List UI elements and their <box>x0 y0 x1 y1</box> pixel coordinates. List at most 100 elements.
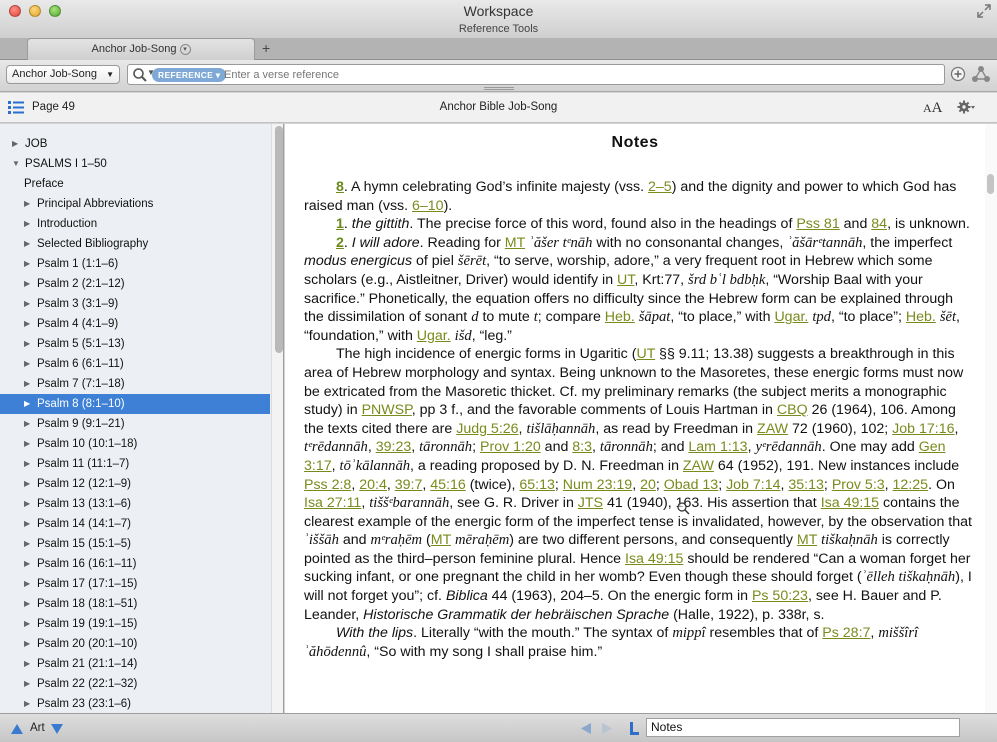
disclosure-closed-icon[interactable]: ▶ <box>24 194 30 214</box>
reference-link[interactable]: Heb. <box>906 309 936 325</box>
sidebar-item[interactable]: ▶ Psalm 6 (6:1–11) <box>0 354 270 374</box>
sidebar-item[interactable]: ▶ Psalm 18 (18:1–51) <box>0 594 270 614</box>
sidebar-item[interactable]: ▶ Psalm 12 (12:1–9) <box>0 474 270 494</box>
disclosure-closed-icon[interactable]: ▶ <box>24 634 30 654</box>
tab-menu-icon[interactable]: ▾ <box>179 43 191 55</box>
sidebar-item[interactable]: ▶ Psalm 19 (19:1–15) <box>0 614 270 634</box>
resource-select[interactable]: Anchor Job-Song ▼ <box>6 65 120 84</box>
disclosure-closed-icon[interactable]: ▶ <box>24 534 30 554</box>
reference-link[interactable]: 65:13 <box>519 477 555 493</box>
disclosure-closed-icon[interactable]: ▶ <box>24 294 30 314</box>
disclosure-closed-icon[interactable]: ▶ <box>24 334 30 354</box>
disclosure-closed-icon[interactable]: ▶ <box>12 134 18 154</box>
sidebar-item[interactable]: ▶ Psalm 16 (16:1–11) <box>0 554 270 574</box>
tab-anchor-job-song[interactable]: Anchor Job-Song ▾ <box>27 38 255 60</box>
sidebar-item[interactable]: ▶ Psalm 3 (3:1–9) <box>0 294 270 314</box>
forward-arrow-icon[interactable] <box>601 722 613 735</box>
sidebar-item[interactable]: ▶ Psalm 1 (1:1–6) <box>0 254 270 274</box>
disclosure-closed-icon[interactable]: ▶ <box>24 354 30 374</box>
disclosure-closed-icon[interactable]: ▶ <box>24 654 30 674</box>
reference-search-box[interactable]: ▼ REFERENCE ▾ <box>127 64 945 85</box>
sidebar-item[interactable]: ▶ Psalm 11 (11:1–7) <box>0 454 270 474</box>
reference-link[interactable]: Num 23:19 <box>563 477 632 493</box>
verse-number-link[interactable]: 1 <box>336 216 344 232</box>
sidebar-item[interactable]: ▶ Psalm 13 (13:1–6) <box>0 494 270 514</box>
disclosure-closed-icon[interactable]: ▶ <box>24 674 30 694</box>
reference-link[interactable]: UT <box>617 272 634 288</box>
reference-link[interactable]: MT <box>505 235 525 251</box>
disclosure-closed-icon[interactable]: ▶ <box>24 594 30 614</box>
disclosure-closed-icon[interactable]: ▶ <box>24 374 30 394</box>
reference-link[interactable]: 39:23 <box>376 439 412 455</box>
sidebar-item[interactable]: ▶ Psalm 17 (17:1–15) <box>0 574 270 594</box>
link-icon[interactable] <box>628 721 640 736</box>
location-field[interactable]: Notes <box>646 718 960 737</box>
reference-link[interactable]: Isa 27:11 <box>304 495 361 511</box>
sidebar-item[interactable]: ▶ Psalm 8 (8:1–10) <box>0 394 270 414</box>
reference-link[interactable]: 6–10 <box>412 198 444 214</box>
sidebar-item[interactable]: ▶ Psalm 5 (5:1–13) <box>0 334 270 354</box>
reference-link[interactable]: Ugar. <box>774 309 808 325</box>
reference-link[interactable]: Pss 2:8 <box>304 477 351 493</box>
reference-link[interactable]: 20:4 <box>359 477 387 493</box>
disclosure-closed-icon[interactable]: ▶ <box>24 434 30 454</box>
reference-link[interactable]: Heb. <box>605 309 635 325</box>
disclosure-closed-icon[interactable]: ▶ <box>24 274 30 294</box>
reference-link[interactable]: Ps 28:7 <box>822 625 870 641</box>
share-icon[interactable] <box>971 65 991 84</box>
search-icon[interactable] <box>132 67 148 83</box>
reference-link[interactable]: Job 17:16 <box>892 421 954 437</box>
fullscreen-icon[interactable] <box>977 4 991 18</box>
sidebar-item[interactable]: ▶ Psalm 7 (7:1–18) <box>0 374 270 394</box>
disclosure-closed-icon[interactable]: ▶ <box>24 214 30 234</box>
reference-link[interactable]: MT <box>797 532 817 548</box>
content-scrollbar[interactable] <box>985 124 997 713</box>
reference-link[interactable]: 84 <box>871 216 887 232</box>
reference-link[interactable]: Pss 81 <box>796 216 839 232</box>
back-arrow-icon[interactable] <box>580 722 592 735</box>
sidebar-item[interactable]: ▶ Psalm 23 (23:1–6) <box>0 694 270 713</box>
reference-link[interactable]: MT <box>431 532 451 548</box>
sidebar-scrollbar[interactable] <box>271 124 283 713</box>
sidebar-item[interactable]: ▶ Psalm 9 (9:1–21) <box>0 414 270 434</box>
reference-link[interactable]: Ps 50:23 <box>752 588 808 604</box>
triangle-down-icon[interactable] <box>50 723 64 735</box>
disclosure-closed-icon[interactable]: ▶ <box>24 494 30 514</box>
reference-link[interactable]: 12:25 <box>893 477 929 493</box>
reference-link[interactable]: CBQ <box>777 402 808 418</box>
sidebar-item[interactable]: ▶ Psalm 10 (10:1–18) <box>0 434 270 454</box>
disclosure-closed-icon[interactable]: ▶ <box>24 414 30 434</box>
sidebar-item[interactable]: Preface <box>0 174 270 194</box>
disclosure-closed-icon[interactable]: ▶ <box>24 254 30 274</box>
reference-link[interactable]: Job 7:14 <box>726 477 780 493</box>
disclosure-open-icon[interactable]: ▼ <box>12 154 20 174</box>
reference-link[interactable]: Obad 13 <box>664 477 718 493</box>
disclosure-closed-icon[interactable]: ▶ <box>24 574 30 594</box>
disclosure-closed-icon[interactable]: ▶ <box>24 454 30 474</box>
sidebar-item[interactable]: ▶ JOB <box>0 134 270 154</box>
reference-link[interactable]: JTS <box>578 495 603 511</box>
reference-link[interactable]: 35:13 <box>788 477 824 493</box>
reference-link[interactable]: 2–5 <box>648 179 672 195</box>
triangle-up-icon[interactable] <box>10 723 24 735</box>
reference-link[interactable]: Ugar. <box>417 328 451 344</box>
reference-link[interactable]: Isa 49:15 <box>625 551 683 567</box>
sidebar-item[interactable]: ▶ Psalm 21 (21:1–14) <box>0 654 270 674</box>
sidebar-item[interactable]: ▶ Selected Bibliography <box>0 234 270 254</box>
reference-link[interactable]: 45:16 <box>430 477 466 493</box>
content-scroll-thumb[interactable] <box>987 174 994 194</box>
font-size-icon[interactable]: AA <box>923 99 943 117</box>
reference-link[interactable]: Prov 1:20 <box>480 439 541 455</box>
disclosure-closed-icon[interactable]: ▶ <box>24 394 30 414</box>
verse-number-link[interactable]: 8 <box>336 179 344 195</box>
search-input[interactable] <box>224 66 924 83</box>
sidebar-scroll-thumb[interactable] <box>275 126 283 353</box>
sidebar-item[interactable]: ▶ Psalm 15 (15:1–5) <box>0 534 270 554</box>
reference-link[interactable]: Isa 49:15 <box>821 495 879 511</box>
go-icon[interactable] <box>950 66 966 82</box>
sidebar-item[interactable]: ▶ Psalm 22 (22:1–32) <box>0 674 270 694</box>
disclosure-closed-icon[interactable]: ▶ <box>24 614 30 634</box>
reference-link[interactable]: UT <box>636 346 655 362</box>
sidebar-item[interactable]: ▶ Psalm 20 (20:1–10) <box>0 634 270 654</box>
disclosure-closed-icon[interactable]: ▶ <box>24 514 30 534</box>
